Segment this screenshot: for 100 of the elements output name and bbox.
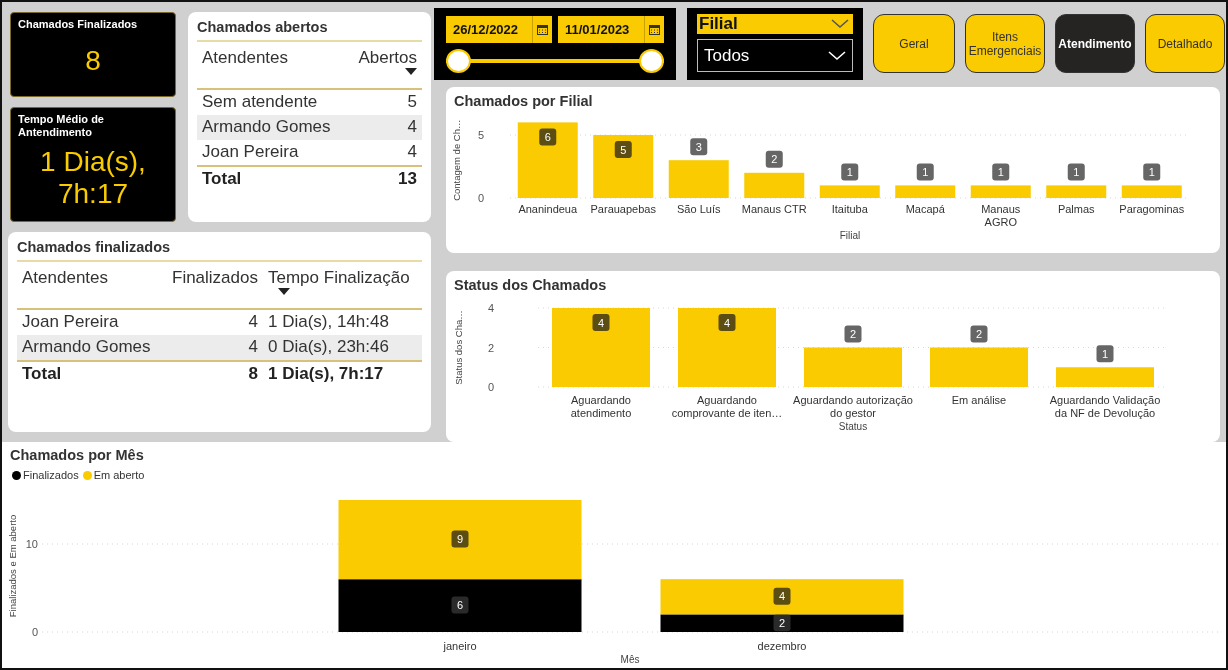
- axis-tick-label: 4: [487, 302, 494, 314]
- filter-dropdown[interactable]: Todos: [697, 39, 853, 72]
- chevron-down-icon: [828, 50, 846, 61]
- axis-tick-label: 5: [477, 129, 484, 141]
- category-label: Macapá: [904, 203, 946, 217]
- slider-handle[interactable]: [446, 49, 471, 73]
- category-label: dezembro: [756, 640, 808, 653]
- data-label: 4: [723, 316, 731, 329]
- data-label: 2: [778, 616, 786, 629]
- chart-title: Chamados por Mês: [10, 447, 144, 463]
- axis-tick-label: 10: [25, 538, 38, 550]
- data-label: 9: [456, 533, 464, 546]
- axis-title: Finalizados e Em aberto: [7, 514, 18, 618]
- kpi-title: Tempo Médio de Antendimento: [18, 113, 105, 139]
- card-title: Chamados finalizados: [17, 238, 172, 256]
- data-label: 4: [597, 316, 605, 329]
- date-field[interactable]: 11/01/2023: [558, 16, 664, 43]
- table-cell: 4: [157, 335, 263, 360]
- chart-title: Status dos Chamados: [454, 277, 607, 293]
- category-label: Aguardando comprovante de iten…: [670, 394, 784, 420]
- data-label: 1: [1101, 347, 1109, 360]
- axis-tick-label: 0: [477, 192, 484, 204]
- data-label: 1: [916, 163, 934, 181]
- data-label: 1: [1143, 163, 1161, 181]
- nav-button[interactable]: Detalhado: [1145, 14, 1225, 73]
- table-cell-text: 4: [247, 311, 259, 333]
- chevron-down-icon: [831, 19, 849, 29]
- data-label: 1: [1067, 163, 1085, 181]
- axis-title: Status: [838, 421, 868, 432]
- date-field[interactable]: 26/12/2022: [446, 16, 552, 43]
- nav-button[interactable]: Atendimento: [1055, 14, 1135, 73]
- category-label: Ananindeua: [517, 203, 579, 217]
- column-header[interactable]: Atendentes: [17, 260, 157, 310]
- bar: [895, 185, 956, 198]
- table-cell: 0 Dia(s), 23h:46: [263, 335, 422, 360]
- data-label: 4: [778, 590, 786, 603]
- table-cell-text: 5: [406, 91, 418, 113]
- table-cell: 4: [353, 115, 422, 140]
- total-cell: Total: [17, 360, 157, 386]
- column-header[interactable]: Tempo Finalização: [263, 260, 422, 310]
- data-label: 1: [997, 165, 1004, 178]
- category-label: Em análise: [950, 394, 1008, 408]
- table-cell-text: Joan Pereira: [21, 311, 120, 333]
- data-label: 6: [456, 599, 464, 612]
- table-cell-text: 1 Dia(s), 14h:48: [267, 311, 390, 333]
- data-label: 2: [849, 328, 857, 340]
- data-label: 6: [544, 130, 551, 143]
- category-label: Manaus CTR: [740, 203, 808, 217]
- bar: [819, 185, 880, 198]
- table-cell-text: Joan Pereira: [201, 141, 300, 163]
- total-cell: 8: [157, 360, 263, 386]
- kpi-value: 8: [84, 45, 102, 77]
- axis-title: Contagem de Ch…: [451, 119, 462, 201]
- calendar-icon: [649, 24, 660, 35]
- category-label: Itaituba: [830, 203, 869, 217]
- category-label: Aguardando autorização do gestor: [792, 394, 914, 420]
- slider-handle[interactable]: [639, 49, 664, 73]
- category-label: Aguardando atendimento: [569, 394, 633, 420]
- sort-descending-icon: [278, 288, 290, 295]
- legend-label: Em aberto: [93, 469, 145, 481]
- data-label: 6: [539, 128, 557, 146]
- kpi-value: 1 Dia(s), 7h:17: [39, 145, 147, 210]
- data-label: 2: [765, 150, 783, 168]
- category-label: Parauapebas: [589, 203, 657, 217]
- calendar-icon: [537, 24, 548, 35]
- total-cell: 13: [353, 165, 422, 191]
- data-label: 1: [992, 163, 1010, 181]
- bar: [970, 185, 1031, 198]
- nav-button[interactable]: Geral: [873, 14, 955, 73]
- axis-title: Mês: [620, 654, 640, 665]
- category-label: janeiro: [442, 640, 478, 653]
- column-header[interactable]: Abertos: [353, 40, 422, 90]
- column-header[interactable]: Atendentes: [197, 40, 354, 90]
- column-header[interactable]: Finalizados: [157, 260, 263, 310]
- bar: [744, 172, 805, 198]
- data-label: 1: [1148, 165, 1155, 178]
- table-cell-text: Sem atendente: [201, 91, 319, 113]
- table-cell: Armando Gomes: [17, 335, 157, 360]
- bar: [1121, 185, 1182, 198]
- data-label: 1: [922, 165, 929, 178]
- bar: [593, 135, 654, 198]
- data-label: 2: [970, 325, 988, 343]
- data-label: 2: [844, 325, 862, 343]
- data-label: 1: [841, 163, 859, 181]
- data-label: 2: [975, 328, 983, 340]
- nav-button[interactable]: Itens Emergenciais: [965, 14, 1045, 73]
- card-title: Chamados abertos: [197, 18, 329, 36]
- category-label: Paragominas: [1118, 203, 1186, 217]
- data-label: 2: [771, 153, 778, 166]
- sort-descending-icon: [405, 68, 417, 75]
- filter-header[interactable]: Filial: [697, 14, 853, 34]
- bar: [668, 160, 729, 198]
- table-cell-text: 4: [406, 141, 418, 163]
- data-label: 1: [846, 165, 853, 178]
- category-label: Aguardando Validação da NF de Devolução: [1048, 394, 1162, 420]
- kpi-title: Chamados Finalizados: [18, 18, 139, 31]
- data-label: 3: [695, 140, 702, 153]
- data-label: 5: [620, 143, 627, 156]
- total-cell: Total: [197, 165, 354, 191]
- category-label: Palmas: [1056, 203, 1096, 217]
